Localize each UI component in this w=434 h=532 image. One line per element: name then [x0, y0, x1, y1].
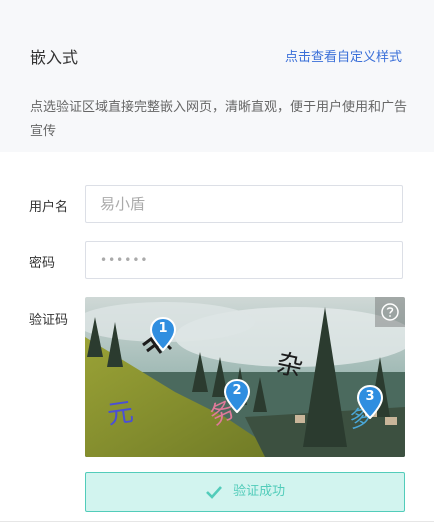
password-input[interactable]: ••••••	[85, 241, 403, 279]
header-section: 嵌入式 点击查看自定义样式 点选验证区域直接完整嵌入网页，清晰直观，便于用户使用…	[0, 0, 434, 152]
click-marker-2: 2	[224, 379, 250, 413]
captcha-char-1: 元	[105, 397, 136, 431]
click-marker-3: 3	[357, 385, 383, 419]
captcha-image[interactable]: 元 务 杂 多 1 2 3	[85, 297, 405, 457]
description-text: 点选验证区域直接完整嵌入网页，清晰直观，便于用户使用和广告宣传	[30, 100, 408, 139]
password-label: 密码	[29, 256, 56, 271]
custom-style-link[interactable]: 点击查看自定义样式	[285, 46, 402, 65]
help-button[interactable]	[375, 297, 405, 327]
question-circle-icon	[381, 303, 399, 321]
verify-success-label: 验证成功	[233, 484, 286, 499]
verify-success-bar[interactable]: 验证成功	[85, 472, 405, 512]
bottom-divider	[0, 521, 434, 522]
check-icon	[206, 486, 222, 499]
username-label: 用户名	[29, 200, 69, 215]
captcha-label: 验证码	[29, 313, 69, 328]
click-marker-1: 1	[150, 317, 176, 351]
username-input[interactable]: 易小盾	[85, 185, 403, 223]
page-title: 嵌入式	[30, 48, 79, 67]
